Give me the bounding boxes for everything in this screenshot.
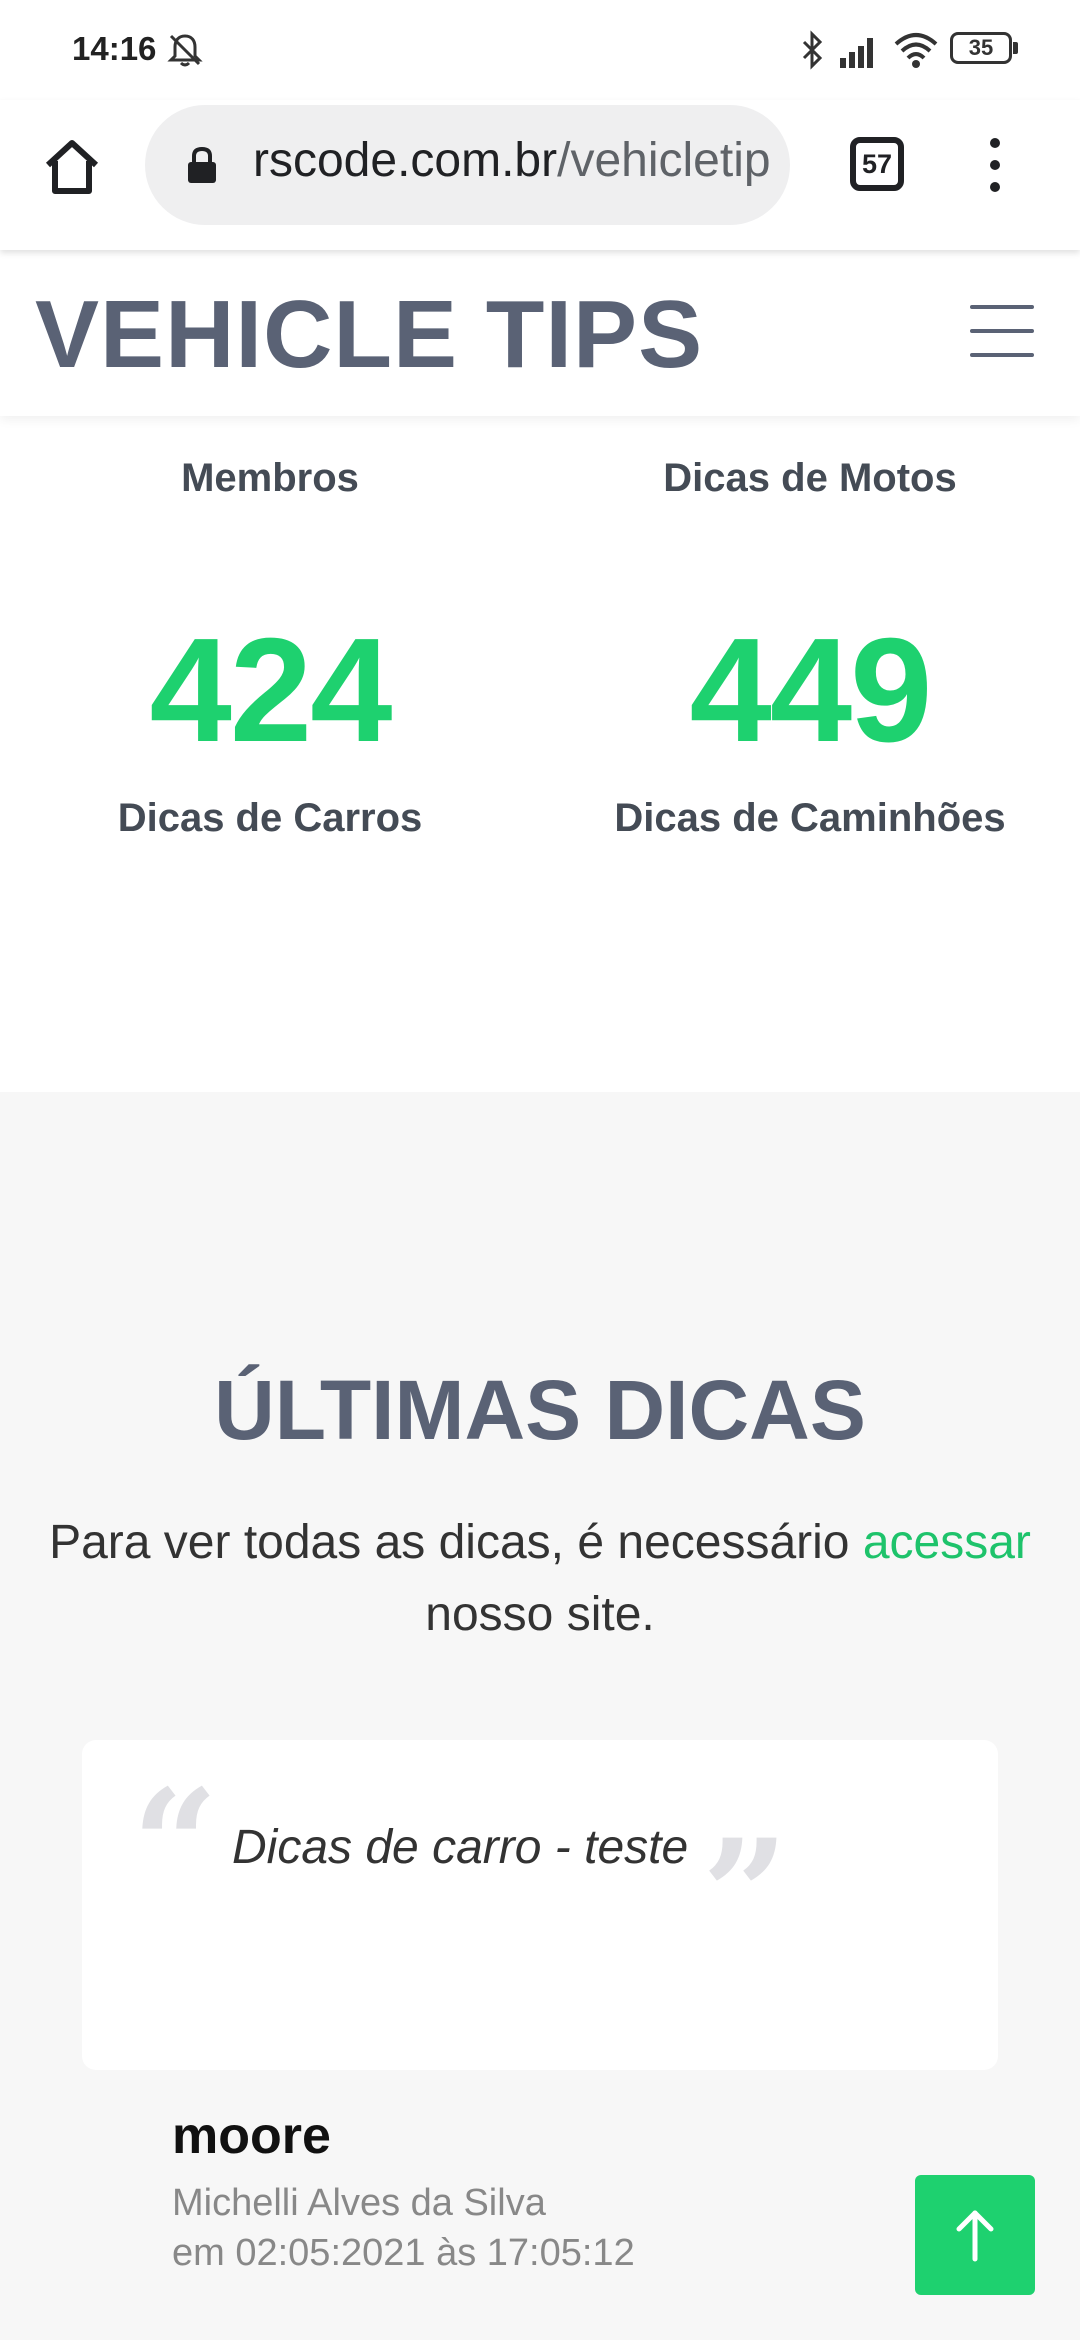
open-quote-icon: “ [132, 1757, 219, 1933]
status-time: 14:16 [72, 30, 157, 67]
description-text-end: nosso site. [425, 1588, 655, 1641]
status-bar: 14:16 35 [0, 0, 1080, 100]
site-header: VEHICLE TIPS [0, 250, 1080, 416]
description-text-start: Para ver todas as dicas, é necessário [49, 1516, 863, 1569]
tip-text: Dicas de carro - teste [232, 1821, 689, 1874]
url-path: /vehicletip [557, 134, 771, 187]
section-title: ÚLTIMAS DICAS [214, 1363, 866, 1457]
url-text[interactable]: rscode.com.br/vehicletip [253, 133, 773, 188]
stat-label-truck-tips: Dicas de Caminhões [614, 796, 1006, 840]
section-description: Para ver todas as dicas, é necessário ac… [30, 1507, 1050, 1651]
tab-switcher-button[interactable]: 57 [850, 137, 904, 191]
stat-number-car-tips: 424 [149, 608, 393, 773]
home-icon[interactable] [40, 135, 104, 199]
access-link[interactable]: acessar [863, 1516, 1031, 1569]
stat-label-car-tips: Dicas de Carros [117, 796, 423, 840]
close-quote-icon: ” [702, 1807, 789, 1983]
site-logo[interactable]: VEHICLE TIPS [35, 280, 703, 390]
notifications-off-icon [167, 34, 203, 67]
wifi-icon [894, 33, 938, 68]
arrow-up-icon [956, 2210, 994, 2262]
scroll-to-top-button[interactable] [915, 2175, 1035, 2295]
stat-label-motorcycle-tips: Dicas de Motos [663, 456, 957, 500]
browser-toolbar: rscode.com.br/vehicletip 57 [0, 100, 1080, 250]
author-date: em 02:05:2021 às 17:05:12 [172, 2232, 635, 2274]
latest-tips-section: ÚLTIMAS DICAS Para ver todas as dicas, é… [0, 1092, 1080, 2340]
author-fullname: Michelli Alves da Silva [172, 2182, 546, 2224]
tip-card: “ Dicas de carro - teste ” [82, 1740, 998, 2070]
battery-tip [1013, 42, 1018, 54]
address-bar[interactable]: rscode.com.br/vehicletip [145, 105, 790, 225]
lock-icon [188, 146, 216, 183]
battery-icon: 35 [950, 32, 1012, 64]
screen: 14:16 35 rscode.com.br/vehicletip 57 VEH… [0, 0, 1080, 2340]
stats-section: Membros Dicas de Motos 424 449 Dicas de … [0, 416, 1080, 1092]
url-domain: rscode.com.br [253, 134, 558, 187]
bluetooth-icon [802, 30, 823, 70]
stat-label-members: Membros [181, 456, 359, 500]
hamburger-menu-icon[interactable] [970, 305, 1034, 361]
stat-number-truck-tips: 449 [689, 608, 933, 773]
signal-icon [840, 38, 873, 68]
author-username: moore [172, 2107, 331, 2165]
more-options-icon[interactable] [980, 135, 1010, 195]
